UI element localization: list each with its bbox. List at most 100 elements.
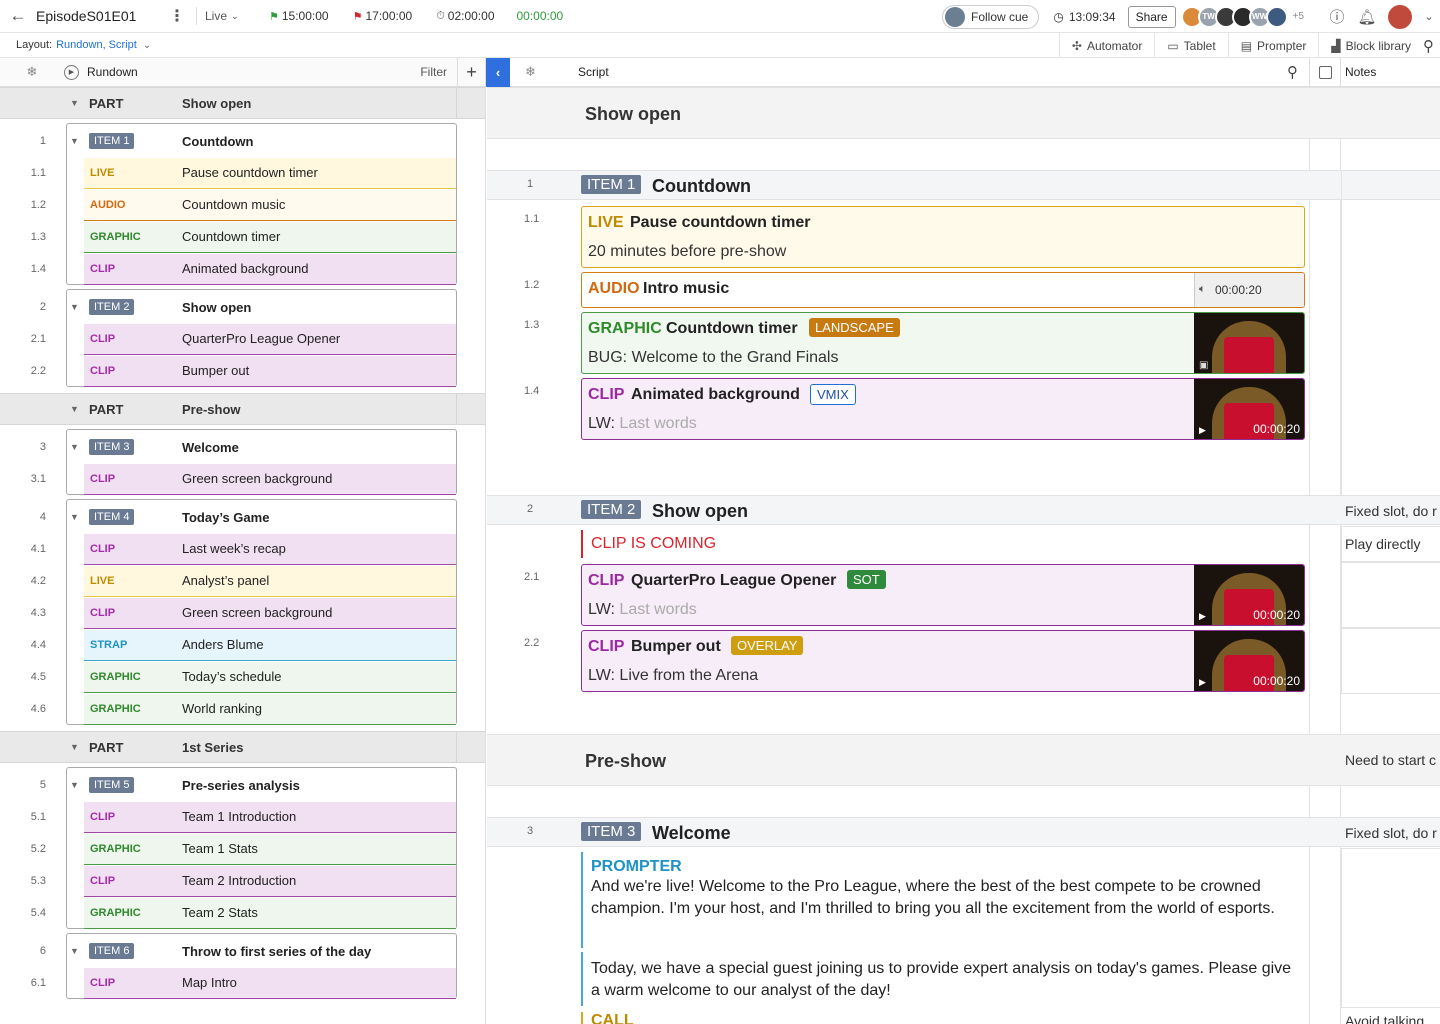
live-row[interactable]: LIVE Pause countdown timer	[84, 157, 456, 189]
rundown-sub-item[interactable]: 6.1 CLIP Map Intro	[0, 967, 485, 999]
notes-checkbox[interactable]	[1319, 65, 1332, 79]
rundown-item[interactable]: 2 ▼ ITEM 2 Show open	[0, 291, 485, 323]
freeze-icon[interactable]: ❄	[0, 64, 64, 80]
part-note[interactable]: Need to start c	[1345, 752, 1436, 768]
rundown-sub-item[interactable]: 4.4 STRAP Anders Blume	[0, 629, 485, 661]
rundown-part[interactable]: ▼ PART Pre-show	[0, 393, 485, 425]
mode-select[interactable]: Live ⌄	[205, 9, 255, 23]
bell-icon[interactable]: 🔔︎	[1352, 8, 1382, 26]
script-item[interactable]: 3 ITEM 3 Welcome Fixed slot, do r	[487, 817, 1440, 847]
rundown-item[interactable]: 6 ▼ ITEM 6 Throw to first series of the day	[0, 935, 485, 967]
chevron-down-icon[interactable]: ▼	[70, 404, 79, 414]
clip-thumbnail[interactable]: ▶ 00:00:20	[1194, 565, 1304, 625]
rundown-sub-item[interactable]: 1.1 LIVE Pause countdown timer	[0, 157, 485, 189]
script-item[interactable]: 1 ITEM 1 Countdown	[487, 170, 1440, 200]
follow-cue-button[interactable]: Follow cue	[942, 4, 1040, 29]
clip-row[interactable]: CLIP Team 2 Introduction	[84, 865, 456, 897]
clip-row[interactable]: CLIP Green screen background	[84, 463, 456, 495]
item-note[interactable]: Fixed slot, do r	[1345, 503, 1437, 519]
chevron-down-icon[interactable]: ▼	[70, 512, 79, 522]
rundown-sub-item[interactable]: 5.3 CLIP Team 2 Introduction	[0, 865, 485, 897]
rundown-sub-item[interactable]: 2.1 CLIP QuarterPro League Opener	[0, 323, 485, 355]
audio-row[interactable]: AUDIO Countdown music	[84, 189, 456, 221]
collapse-panel-button[interactable]: ‹	[486, 58, 510, 87]
live-card[interactable]: LIVE Pause countdown timer 20 minutes be…	[581, 206, 1305, 268]
collaborator-avatars[interactable]: TW WW +5	[1180, 5, 1304, 28]
more-menu-icon[interactable]: ⋮	[166, 6, 188, 26]
clip-row[interactable]: CLIP Bumper out	[84, 355, 456, 387]
graphic-row[interactable]: GRAPHIC World ranking	[84, 693, 456, 725]
clip-row[interactable]: CLIP Animated background	[84, 253, 456, 285]
call-block[interactable]: CALL	[581, 1012, 1305, 1024]
clip-row[interactable]: CLIP Map Intro	[84, 967, 456, 999]
clip-card[interactable]: CLIP Animated background VMIX LW: Last w…	[581, 378, 1305, 440]
notes-cell[interactable]	[1341, 628, 1440, 694]
user-avatar[interactable]	[1388, 4, 1412, 29]
rundown-item[interactable]: 4 ▼ ITEM 4 Today’s Game	[0, 501, 485, 533]
prompter-block[interactable]: PROMPTER And we're live! Welcome to the …	[581, 852, 1305, 948]
rundown-sub-item[interactable]: 1.2 AUDIO Countdown music	[0, 189, 485, 221]
clip-thumbnail[interactable]: ▶ 00:00:20	[1194, 379, 1304, 439]
audio-waveform[interactable]: 🔈︎ 00:00:20	[1194, 273, 1304, 307]
clip-thumbnail[interactable]: ▶ 00:00:20	[1194, 631, 1304, 691]
back-arrow-icon[interactable]: ←	[0, 6, 36, 26]
clip-row[interactable]: CLIP Green screen background	[84, 597, 456, 629]
filter-button[interactable]: Filter	[420, 65, 447, 79]
cue-note[interactable]: CLIP IS COMING	[581, 530, 1305, 558]
graphic-row[interactable]: GRAPHIC Today’s schedule	[84, 661, 456, 693]
graphic-thumbnail[interactable]: ▣	[1194, 313, 1304, 373]
prompter-button[interactable]: ▤ Prompter	[1227, 33, 1319, 58]
notes-cell[interactable]	[1341, 562, 1440, 628]
audio-card[interactable]: AUDIO Intro music 🔈︎ 00:00:20	[581, 272, 1305, 308]
graphic-card[interactable]: GRAPHIC Countdown timer LANDSCAPE BUG: W…	[581, 312, 1305, 374]
rundown-sub-item[interactable]: 5.1 CLIP Team 1 Introduction	[0, 801, 485, 833]
rundown-sub-item[interactable]: 4.2 LIVE Analyst’s panel	[0, 565, 485, 597]
prompter-text[interactable]: Today, we have a special guest joining u…	[591, 958, 1297, 1002]
clip-row[interactable]: CLIP QuarterPro League Opener	[84, 323, 456, 355]
rundown-sub-item[interactable]: 2.2 CLIP Bumper out	[0, 355, 485, 387]
item-note[interactable]: Fixed slot, do r	[1345, 825, 1437, 841]
help-icon[interactable]: ⓘ	[1322, 6, 1352, 27]
rundown-item[interactable]: 3 ▼ ITEM 3 Welcome	[0, 431, 485, 463]
chevron-down-icon[interactable]: ▼	[70, 780, 79, 790]
chevron-down-icon[interactable]: ▼	[70, 442, 79, 452]
live-row[interactable]: LIVE Analyst’s panel	[84, 565, 456, 597]
rundown-sub-item[interactable]: 4.1 CLIP Last week’s recap	[0, 533, 485, 565]
rundown-sub-item[interactable]: 4.3 CLIP Green screen background	[0, 597, 485, 629]
rundown-sub-item[interactable]: 3.1 CLIP Green screen background	[0, 463, 485, 495]
rundown-sub-item[interactable]: 4.5 GRAPHIC Today’s schedule	[0, 661, 485, 693]
graphic-row[interactable]: GRAPHIC Team 1 Stats	[84, 833, 456, 865]
chevron-down-icon[interactable]: ▼	[70, 136, 79, 146]
strap-row[interactable]: STRAP Anders Blume	[84, 629, 456, 661]
search-icon[interactable]: ⚲	[1423, 33, 1440, 58]
share-button[interactable]: Share	[1127, 5, 1176, 28]
graphic-row[interactable]: GRAPHIC Team 2 Stats	[84, 897, 456, 929]
rundown-sub-item[interactable]: 5.4 GRAPHIC Team 2 Stats	[0, 897, 485, 929]
clip-card[interactable]: CLIP Bumper out OVERLAY LW: Live from th…	[581, 630, 1305, 692]
freeze-icon[interactable]: ❄	[525, 64, 536, 80]
chevron-down-icon[interactable]: ▼	[70, 946, 79, 956]
automator-button[interactable]: ✣ Automator	[1058, 33, 1154, 58]
layout-select[interactable]: Rundown, Script	[56, 39, 137, 51]
rundown-part[interactable]: ▼ PART Show open	[0, 87, 485, 119]
graphic-row[interactable]: GRAPHIC Countdown timer	[84, 221, 456, 253]
rundown-sub-item[interactable]: 5.2 GRAPHIC Team 1 Stats	[0, 833, 485, 865]
clip-card[interactable]: CLIP QuarterPro League Opener SOT LW: La…	[581, 564, 1305, 626]
rundown-sub-item[interactable]: 4.6 GRAPHIC World ranking	[0, 693, 485, 725]
chevron-down-icon[interactable]: ▼	[70, 98, 79, 108]
cue-side-note[interactable]: Play directly	[1345, 536, 1420, 552]
rundown-part[interactable]: ▼ PART 1st Series	[0, 731, 485, 763]
chevron-down-icon[interactable]: ▼	[70, 302, 79, 312]
rundown-sub-item[interactable]: 1.4 CLIP Animated background	[0, 253, 485, 285]
chevron-down-icon[interactable]: ⌄	[143, 40, 151, 51]
prompter-text[interactable]: And we're live! Welcome to the Pro Leagu…	[591, 876, 1297, 920]
rundown-item[interactable]: 5 ▼ ITEM 5 Pre-series analysis	[0, 769, 485, 801]
add-icon[interactable]: +	[457, 58, 485, 87]
chevron-down-icon[interactable]: ▼	[70, 742, 79, 752]
rundown-sub-item[interactable]: 1.3 GRAPHIC Countdown timer	[0, 221, 485, 253]
clip-row[interactable]: CLIP Team 1 Introduction	[84, 801, 456, 833]
search-icon[interactable]: ⚲	[1287, 63, 1298, 81]
rundown-item[interactable]: 1 ▼ ITEM 1 Countdown	[0, 125, 485, 157]
clip-row[interactable]: CLIP Last week’s recap	[84, 533, 456, 565]
prompter-block[interactable]: Today, we have a special guest joining u…	[581, 952, 1305, 1006]
